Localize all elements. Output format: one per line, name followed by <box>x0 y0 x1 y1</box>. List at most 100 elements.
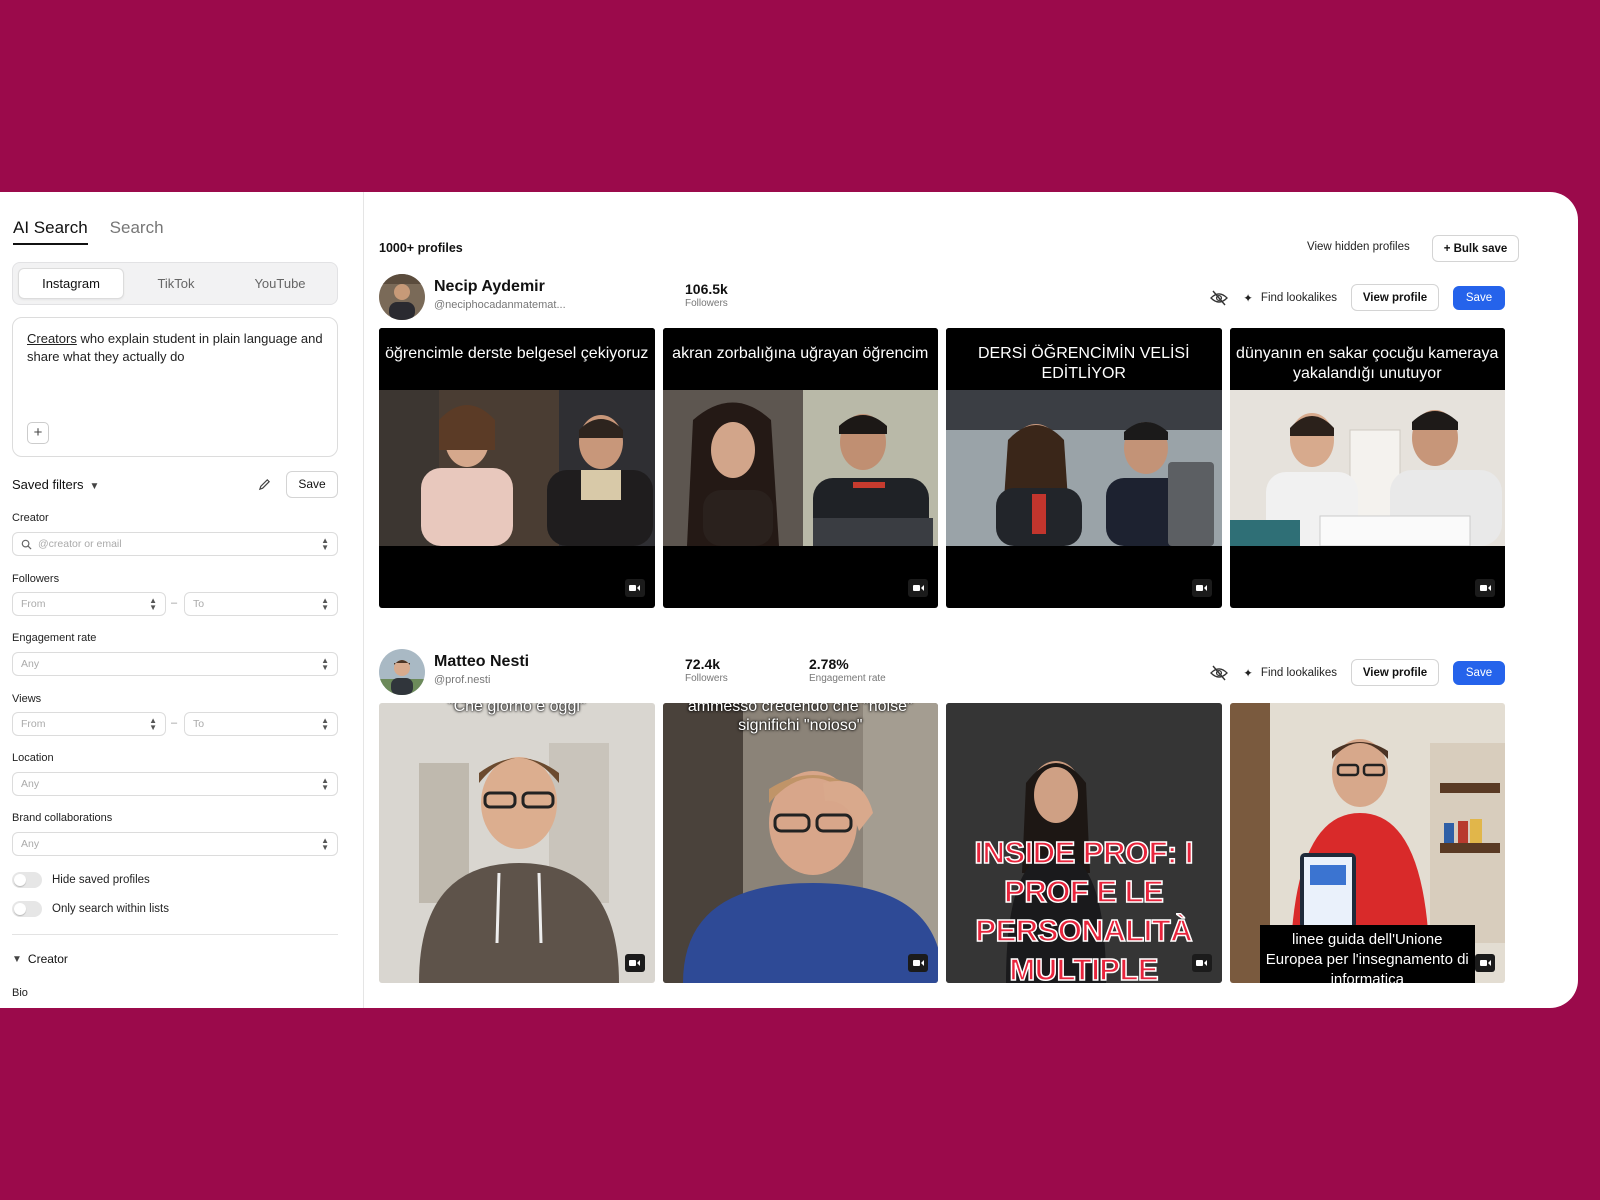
post-thumbnail[interactable]: öğrencimle derste belgesel çekiyoruz <box>379 328 655 608</box>
followers-stat: 72.4k Followers <box>685 656 728 684</box>
find-lookalikes-label: Find lookalikes <box>1260 291 1337 304</box>
post-caption: ammesso credendo che "noise" significhi … <box>687 703 913 734</box>
hide-saved-toggle[interactable] <box>12 872 42 888</box>
followers-stat: 106.5k Followers <box>685 281 728 309</box>
followers-to-input[interactable]: To ▲ ▼ <box>184 592 338 616</box>
post-thumbnail[interactable]: ammesso credendo che "noise" significhi … <box>662 703 938 983</box>
select-caret-icon: ▲ ▼ <box>149 596 157 612</box>
tab-search[interactable]: Search <box>110 218 164 245</box>
find-lookalikes-button[interactable]: ✦ Find lookalikes <box>1243 666 1337 680</box>
saved-filters-row: Saved filters ▼ Save <box>12 470 338 498</box>
platform-youtube[interactable]: YouTube <box>228 268 332 299</box>
followers-from-input[interactable]: From ▲ ▼ <box>12 592 166 616</box>
profile-name[interactable]: Necip Aydemir <box>434 278 545 296</box>
saved-filters-dropdown[interactable]: Saved filters ▼ <box>12 477 99 492</box>
engagement-label: Engagement rate <box>12 632 97 644</box>
video-camera-icon <box>1191 954 1212 972</box>
profile-name[interactable]: Matteo Nesti <box>434 653 529 671</box>
hide-saved-label: Hide saved profiles <box>52 874 150 886</box>
avatar[interactable] <box>379 274 425 320</box>
post-image <box>379 390 655 546</box>
post-thumbnail[interactable]: linee guida dell'Unione Europea per l'in… <box>1229 703 1505 983</box>
select-caret-icon: ▲ ▼ <box>321 836 329 852</box>
sparkle-icon: ✦ <box>1243 667 1253 680</box>
hide-saved-row: Hide saved profiles <box>12 872 150 888</box>
location-select[interactable]: Any ▲ ▼ <box>12 772 338 796</box>
save-profile-button[interactable]: Save <box>1453 285 1505 310</box>
lists-only-label: Only search within lists <box>52 903 169 915</box>
post-caption: INSIDE PROF: I PROF E LE PERSONALITÀ MUL… <box>974 834 1195 983</box>
view-hidden-profiles-link[interactable]: View hidden profiles <box>1307 241 1410 253</box>
bio-label: Bio <box>12 987 28 999</box>
platform-instagram[interactable]: Instagram <box>18 268 124 299</box>
filters-sidebar: AI Search Search Instagram TikTok YouTub… <box>0 192 364 1008</box>
views-from-input[interactable]: From ▲ ▼ <box>12 712 166 736</box>
save-profile-button[interactable]: Save <box>1453 660 1505 685</box>
post-thumbnails: "Che giorno è oggi" ammesso credendo che… <box>379 703 1505 983</box>
post-caption: DERSİ ÖĞRENCİMİN VELİSİ EDİTLİYOR <box>946 328 1222 390</box>
post-thumbnail[interactable]: INSIDE PROF: I PROF E LE PERSONALITÀ MUL… <box>946 703 1222 983</box>
post-thumbnail[interactable]: DERSİ ÖĞRENCİMİN VELİSİ EDİTLİYOR <box>946 328 1222 608</box>
followers-value: 72.4k <box>685 656 721 672</box>
profile-actions: ✦ Find lookalikes View profile Save <box>1209 284 1505 311</box>
select-caret-icon: ▲ ▼ <box>321 596 329 612</box>
location-value: Any <box>21 778 40 790</box>
bulk-save-button[interactable]: + Bulk save <box>1432 235 1519 262</box>
range-dash: – <box>171 717 178 729</box>
location-label: Location <box>12 752 54 764</box>
search-mode-tabs: AI Search Search <box>13 218 164 245</box>
results-count: 1000+ profiles <box>379 241 463 255</box>
eye-off-icon[interactable] <box>1209 288 1229 308</box>
chevron-down-icon: ▼ <box>89 480 100 492</box>
post-caption: linee guida dell'Unione Europea per l'in… <box>1259 925 1475 983</box>
views-to-input[interactable]: To ▲ ▼ <box>184 712 338 736</box>
eye-off-icon[interactable] <box>1209 663 1229 683</box>
video-camera-icon <box>624 954 645 972</box>
video-camera-icon <box>1191 579 1212 597</box>
select-caret-icon: ▲ ▼ <box>321 656 329 672</box>
view-profile-button[interactable]: View profile <box>1351 659 1439 686</box>
post-image <box>1229 390 1505 547</box>
app-window: AI Search Search Instagram TikTok YouTub… <box>0 192 1578 1008</box>
brand-collab-select[interactable]: Any ▲ ▼ <box>12 832 338 856</box>
engagement-select[interactable]: Any ▲ ▼ <box>12 652 338 676</box>
brand-collab-value: Any <box>21 838 40 850</box>
view-profile-button[interactable]: View profile <box>1351 284 1439 311</box>
platform-tiktok[interactable]: TikTok <box>124 268 228 299</box>
brand-collab-label: Brand collaborations <box>12 812 113 824</box>
creator-section-toggle[interactable]: ▼ Creator <box>12 952 68 966</box>
creator-section-label: Creator <box>27 952 68 966</box>
pencil-icon[interactable] <box>254 474 274 494</box>
find-lookalikes-button[interactable]: ✦ Find lookalikes <box>1243 291 1337 305</box>
creator-placeholder: @creator or email <box>38 538 122 550</box>
post-image <box>662 703 938 983</box>
lists-only-toggle[interactable] <box>12 901 42 917</box>
profile-card: Necip Aydemir @neciphocadanmatemat... 10… <box>379 274 1505 608</box>
post-image <box>946 390 1222 546</box>
post-caption: öğrencimle derste belgesel çekiyoruz <box>379 328 655 390</box>
tab-ai-search[interactable]: AI Search <box>13 218 88 245</box>
views-to-placeholder: To <box>193 718 205 730</box>
video-camera-icon <box>908 579 928 597</box>
creator-search-input[interactable]: @creator or email ▲ ▼ <box>12 532 338 556</box>
avatar[interactable] <box>379 649 425 695</box>
lists-only-row: Only search within lists <box>12 901 169 917</box>
post-thumbnail[interactable]: akran zorbalığına uğrayan öğrencim <box>662 328 938 608</box>
chevron-down-icon: ▼ <box>12 953 22 965</box>
video-camera-icon <box>1475 954 1495 972</box>
ai-prompt-input[interactable]: Creators who explain student in plain la… <box>12 317 338 457</box>
sparkle-icon: ✦ <box>1243 292 1253 305</box>
followers-to-placeholder: To <box>193 598 205 610</box>
search-icon <box>21 539 32 550</box>
save-filters-button[interactable]: Save <box>286 470 338 498</box>
engagement-value: Any <box>21 658 40 670</box>
profile-header: Matteo Nesti @prof.nesti 72.4k Followers… <box>379 649 1505 701</box>
prompt-add-button[interactable]: + <box>27 422 49 444</box>
post-thumbnail[interactable]: dünyanın en sakar çocuğu kameraya yakala… <box>1229 328 1505 608</box>
engagement-stat: 2.78% Engagement rate <box>809 656 886 684</box>
select-caret-icon: ▲ ▼ <box>321 536 329 552</box>
post-caption: dünyanın en sakar çocuğu kameraya yakala… <box>1229 328 1505 390</box>
post-thumbnail[interactable]: "Che giorno è oggi" <box>379 703 655 983</box>
post-image <box>662 390 938 546</box>
followers-value: 106.5k <box>685 281 728 297</box>
